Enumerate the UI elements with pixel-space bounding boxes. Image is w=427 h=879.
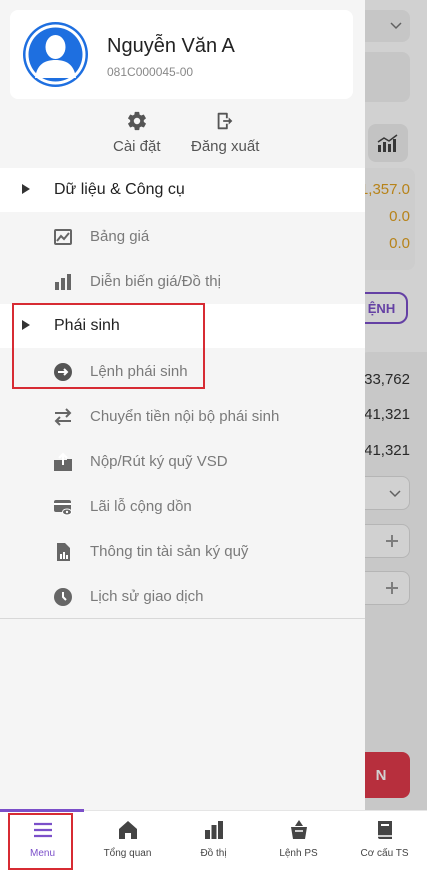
logout-icon — [217, 112, 233, 130]
bottom-tab-bar: Menu Tổng quan Đồ thị Lệnh PS Cơ cấu TS — [0, 810, 427, 879]
menu-item-margin-assets[interactable]: Thông tin tài sản ký quỹ — [0, 529, 365, 574]
profile-card[interactable]: Nguyễn Văn A 081C000045-00 — [10, 10, 353, 99]
menu-item-derivative-order[interactable]: Lệnh phái sinh — [0, 349, 365, 394]
menu-item-label: Bảng giá — [90, 228, 150, 245]
menu-item-price-board[interactable]: Bảng giá — [0, 214, 365, 259]
swap-arrows-icon — [52, 406, 74, 428]
divider — [0, 618, 365, 619]
arrow-circle-icon — [52, 361, 74, 383]
menu-item-label: Thông tin tài sản ký quỹ — [90, 543, 249, 560]
menu-item-label: Lãi lỗ cộng dồn — [90, 498, 192, 515]
menu-item-label: Diễn biến giá/Đồ thị — [90, 273, 221, 290]
tab-menu[interactable]: Menu — [0, 811, 85, 879]
home-icon — [118, 821, 137, 839]
section-label: Dữ liệu & Công cụ — [54, 181, 185, 198]
clock-icon — [52, 586, 74, 608]
menu-item-label: Lệnh phái sinh — [90, 363, 188, 380]
account-id: 081C000045-00 — [107, 65, 194, 79]
settings-button[interactable]: Cài đặt — [113, 110, 161, 155]
section-label: Phái sinh — [54, 317, 120, 334]
logout-button[interactable]: Đăng xuất — [191, 110, 259, 155]
order-bag-icon — [290, 820, 307, 839]
upload-box-icon — [52, 451, 74, 473]
tab-label: Tổng quan — [103, 848, 152, 859]
active-tab-indicator — [0, 809, 84, 812]
section-data-tools[interactable]: Dữ liệu & Công cụ — [0, 168, 365, 212]
user-avatar-icon — [25, 24, 86, 85]
menu-item-cumulative-pnl[interactable]: Lãi lỗ cộng dồn — [0, 484, 365, 529]
gear-icon — [127, 111, 146, 131]
logout-label: Đăng xuất — [191, 138, 260, 155]
bar-chart-icon — [52, 271, 74, 293]
expand-triangle-icon — [22, 320, 30, 330]
user-name: Nguyễn Văn A — [107, 35, 235, 57]
menu-item-label: Lịch sử giao dịch — [90, 588, 204, 605]
settings-label: Cài đặt — [113, 138, 161, 155]
tab-label: Lệnh PS — [279, 848, 318, 859]
menu-item-internal-transfer[interactable]: Chuyển tiền nội bộ phái sinh — [0, 394, 365, 439]
menu-item-trade-history[interactable]: Lịch sử giao dịch — [0, 574, 365, 619]
tab-asset-structure[interactable]: Cơ cấu TS — [342, 811, 427, 879]
price-board-icon — [52, 226, 74, 248]
menu-item-vsd-margin[interactable]: Nộp/Rút ký quỹ VSD — [0, 439, 365, 484]
card-eye-icon — [52, 496, 74, 518]
tab-label: Menu — [29, 848, 55, 859]
tab-overview[interactable]: Tổng quan — [85, 811, 170, 879]
tab-chart[interactable]: Đồ thị — [171, 811, 256, 879]
document-chart-icon — [52, 541, 74, 563]
menu-item-label: Nộp/Rút ký quỹ VSD — [90, 453, 228, 470]
book-icon — [377, 821, 392, 839]
side-drawer: Nguyễn Văn A 081C000045-00 Cài đặt Đăng … — [0, 0, 365, 810]
tab-ps-order[interactable]: Lệnh PS — [256, 811, 341, 879]
tab-label: Đồ thị — [200, 848, 227, 859]
section-derivatives[interactable]: Phái sinh — [0, 304, 365, 348]
menu-item-label: Chuyển tiền nội bộ phái sinh — [90, 408, 280, 425]
tab-label: Cơ cấu TS — [360, 848, 409, 859]
avatar — [23, 22, 88, 87]
bar-chart-icon — [204, 821, 223, 839]
menu-item-price-chart[interactable]: Diễn biến giá/Đồ thị — [0, 259, 365, 304]
hamburger-menu-icon — [33, 822, 52, 838]
expand-triangle-icon — [22, 184, 30, 194]
